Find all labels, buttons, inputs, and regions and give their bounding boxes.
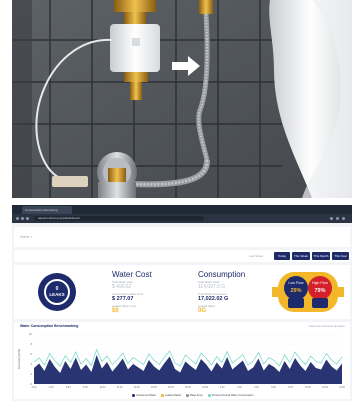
legend-swatch — [207, 394, 211, 397]
consumption-title: Consumption — [198, 270, 246, 279]
installation-photo — [12, 0, 352, 198]
x-tick-label: 10:00 — [99, 386, 106, 389]
y-tick-label: 10 — [29, 332, 33, 336]
filter-today-button[interactable]: Today — [274, 252, 290, 260]
consumption-period-value: 17,022.02 G — [198, 296, 229, 302]
breadcrumb-bar: Home > — [14, 227, 350, 247]
high-flow-value: 79% — [314, 288, 325, 294]
legend-item[interactable]: Previous Period Water Consumption — [207, 394, 254, 398]
x-tick-label: 12:00 — [322, 386, 329, 389]
filter-bar: Last Week Today This Week This Month Thi… — [14, 250, 350, 262]
x-tick-label: 18:00 — [168, 386, 175, 389]
breadcrumb[interactable]: Home > — [20, 235, 32, 239]
x-tick-label: 14:00 — [134, 386, 141, 389]
browser-address-bar: aquamonitoring.app/dashboard — [12, 214, 352, 223]
y-axis-label: Flow Rate (GPM) — [17, 349, 21, 369]
back-icon[interactable] — [16, 217, 19, 220]
chart-legend: Consumed Water Leaked Water Base Zone Previ… — [132, 394, 254, 397]
legend-swatch — [161, 394, 165, 397]
forward-icon[interactable] — [21, 217, 24, 220]
extension-icon[interactable] — [330, 217, 333, 220]
filter-month-button[interactable]: This Month — [312, 252, 330, 260]
y-tick-label: 8 — [30, 342, 32, 346]
date-range-label[interactable]: Last Week — [249, 254, 263, 258]
legend-item[interactable]: Base Zone — [186, 394, 203, 397]
x-tick-label: 22:00 — [202, 386, 209, 389]
flow-gauge: Low Flow 29% High Flow 79% — [272, 272, 344, 312]
legend-item[interactable]: Leaked Water — [161, 394, 181, 397]
filter-year-button[interactable]: This Year — [332, 252, 349, 260]
gauge-right-panel — [312, 298, 328, 308]
legend-label: Base Zone — [190, 394, 203, 398]
water-cost-leak-value: $0 — [112, 308, 119, 314]
y-tick-label: 2 — [30, 372, 32, 376]
filter-week-button[interactable]: This Week — [292, 252, 310, 260]
dashboard-screenshot: Consumption Monitoring aquamonitoring.ap… — [12, 205, 352, 401]
consumption-leak-value: 0G — [198, 308, 207, 314]
x-tick-label: 0:00 — [220, 386, 225, 389]
x-tick-label: 2:00 — [32, 386, 37, 389]
meter-installation-illustration — [12, 0, 352, 198]
x-tick-label: 6:00 — [66, 386, 71, 389]
x-tick-label: 10:00 — [305, 386, 312, 389]
legend-label: Leaked Water — [165, 394, 182, 398]
y-tick-label: 4 — [30, 362, 32, 366]
low-flow-value: 29% — [290, 288, 301, 294]
x-tick-label: 12:00 — [117, 386, 124, 389]
x-tick-label: 14:00 — [339, 386, 346, 389]
legend-label: Consumed Water — [136, 394, 157, 398]
consumption-total-value: 114,097.5 G — [198, 284, 226, 290]
y-tick-label: 6 — [30, 352, 32, 356]
browser-tab[interactable]: Consumption Monitoring — [22, 206, 72, 214]
x-tick-label: 4:00 — [254, 386, 259, 389]
legend-label: Previous Period Water Consumption — [211, 394, 254, 398]
x-tick-label: 4:00 — [49, 386, 54, 389]
x-tick-label: 2:00 — [237, 386, 242, 389]
consumed-water-area — [34, 355, 342, 384]
low-flow-label: Low Flow — [288, 281, 304, 285]
x-tick-label: 16:00 — [151, 386, 158, 389]
water-cost-total-value: $ 490.62 — [112, 284, 132, 290]
high-flow-label: High Flow — [312, 281, 328, 285]
legend-item[interactable]: Consumed Water — [132, 394, 156, 397]
legend-swatch — [186, 394, 190, 397]
consumption-chart: 1086420Flow Rate (GPM)2:00 4:00 6:00 8:00 10… — [17, 332, 346, 389]
leaks-indicator: 0 LEAKS — [38, 273, 76, 311]
menu-icon[interactable] — [342, 217, 345, 220]
leaks-label: LEAKS — [49, 292, 65, 297]
profile-icon[interactable] — [336, 217, 339, 220]
benchmark-chart-card: Water Consumption Benchmarking Select al… — [14, 322, 350, 399]
legend-swatch — [132, 394, 135, 397]
browser-tab-bar: Consumption Monitoring — [12, 205, 352, 214]
reload-icon[interactable] — [26, 217, 29, 220]
url-field[interactable]: aquamonitoring.app/dashboard — [34, 216, 204, 221]
water-cost-period-value: $ 277.07 — [112, 296, 134, 302]
x-tick-label: 8:00 — [83, 386, 88, 389]
x-tick-label: 8:00 — [288, 386, 293, 389]
summary-cards: 0 LEAKS Water Cost Total Water Cost $ 49… — [14, 265, 350, 319]
water-cost-title: Water Cost — [112, 270, 152, 279]
gauge-left-panel — [288, 298, 304, 308]
x-tick-label: 20:00 — [185, 386, 192, 389]
x-tick-label: 6:00 — [271, 386, 276, 389]
dashboard-content: Home > Last Week Today This Week This Mo… — [12, 223, 352, 401]
